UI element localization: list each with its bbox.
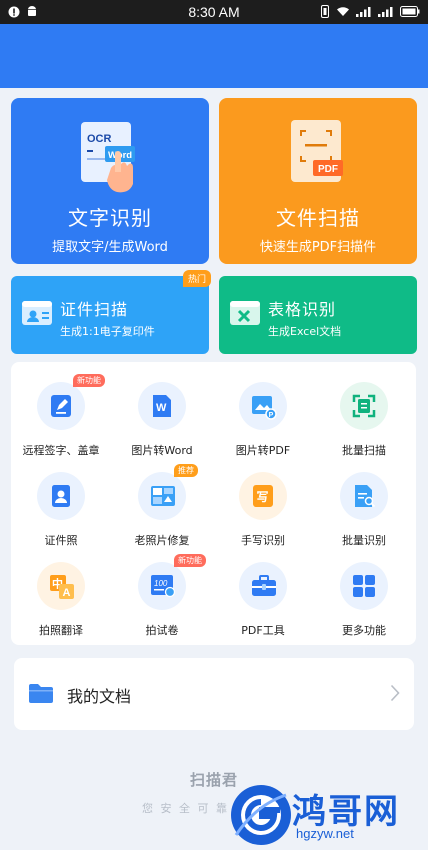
tool-exam-paper[interactable]: 100 新功能 拍试卷	[112, 542, 212, 637]
id-card-icon	[21, 298, 52, 328]
ocr-art-label: OCR	[87, 133, 112, 145]
table-recognition-subtitle: 生成Excel文档	[268, 325, 342, 338]
tool-pdf-tools[interactable]: PDF工具	[213, 542, 313, 637]
tool-remote-sign[interactable]: 新功能 远程签字、盖章	[11, 362, 111, 457]
tool-image-to-pdf[interactable]: P 图片转PDF	[213, 362, 313, 457]
image-pdf-icon: P	[239, 382, 287, 430]
signal-icon-2	[378, 6, 394, 21]
new-feature-badge: 新功能	[174, 554, 206, 567]
tool-more-features[interactable]: 更多功能	[314, 542, 414, 637]
file-scan-subtitle: 快速生成PDF扫描件	[259, 240, 377, 255]
watermark-url: hgzyw.net	[296, 826, 354, 841]
wifi-icon	[336, 6, 350, 21]
svg-text:A: A	[63, 587, 71, 599]
id-scan-title: 证件扫描	[60, 300, 129, 319]
svg-text:W: W	[156, 402, 167, 414]
tool-photo-translate[interactable]: 中A 拍照翻译	[11, 542, 111, 637]
ocr-illustration-icon: OCR Word	[75, 116, 147, 196]
ocr-card-subtitle: 提取文字/生成Word	[52, 240, 168, 255]
watermark-logo-icon	[226, 780, 296, 850]
ocr-card-title: 文字识别	[68, 206, 152, 230]
svg-text:P: P	[269, 412, 274, 419]
tool-label: 拍试卷	[145, 624, 179, 637]
folder-icon	[28, 682, 54, 708]
watermark: 鸿哥网 hgzyw.net	[226, 780, 426, 850]
chevron-right-icon	[390, 684, 400, 706]
excel-icon	[229, 298, 260, 328]
tool-batch-recognition[interactable]: 批量识别	[314, 452, 414, 547]
hot-badge: 热门	[182, 270, 211, 287]
handwriting-icon: 写	[239, 472, 287, 520]
grid-icon	[340, 562, 388, 610]
scan-illustration-icon: PDF	[283, 116, 355, 196]
ocr-card[interactable]: OCR Word 文字识别 提取文字/生成Word	[11, 98, 209, 264]
id-photo-icon	[37, 472, 85, 520]
my-documents-row[interactable]: 我的文档	[14, 658, 414, 730]
status-bar: 8:30 AM	[0, 0, 428, 24]
scan-frame-icon	[340, 382, 388, 430]
app-header	[0, 24, 428, 88]
tool-image-to-word[interactable]: W 图片转Word	[112, 362, 212, 457]
signal-icon	[356, 6, 372, 21]
pen-icon	[37, 382, 85, 430]
word-icon: W	[138, 382, 186, 430]
doc-search-icon	[340, 472, 388, 520]
new-feature-badge: 新功能	[73, 374, 105, 387]
table-recognition-title: 表格识别	[268, 300, 337, 319]
tool-label: PDF工具	[241, 624, 285, 637]
tool-handwriting[interactable]: 写 手写识别	[213, 452, 313, 547]
translate-icon: 中A	[37, 562, 85, 610]
svg-text:100: 100	[154, 579, 168, 588]
battery-icon	[400, 6, 420, 21]
recommend-badge: 推荐	[174, 464, 198, 477]
tools-grid: 新功能 远程签字、盖章 W 图片转Word P 图片转PDF 批量扫描 证件照 …	[11, 362, 416, 645]
tool-old-photo-restore[interactable]: 推荐 老照片修复	[112, 452, 212, 547]
id-scan-card[interactable]: 证件扫描 生成1:1电子复印件 热门	[11, 270, 211, 354]
pdf-art-label: PDF	[318, 164, 338, 175]
exam-paper-icon: 100	[138, 562, 186, 610]
tool-id-photo[interactable]: 证件照	[11, 452, 111, 547]
file-scan-title: 文件扫描	[276, 206, 360, 230]
vibrate-icon	[320, 5, 330, 22]
tool-label: 更多功能	[342, 624, 386, 637]
tool-label: 拍照翻译	[39, 624, 83, 637]
my-documents-label: 我的文档	[67, 687, 132, 706]
table-recognition-card[interactable]: 表格识别 生成Excel文档	[219, 276, 417, 354]
photo-icon	[138, 472, 186, 520]
svg-text:写: 写	[257, 490, 269, 504]
id-scan-subtitle: 生成1:1电子复印件	[60, 325, 155, 338]
toolbox-icon	[239, 562, 287, 610]
file-scan-card[interactable]: PDF 文件扫描 快速生成PDF扫描件	[219, 98, 417, 264]
tool-batch-scan[interactable]: 批量扫描	[314, 362, 414, 457]
